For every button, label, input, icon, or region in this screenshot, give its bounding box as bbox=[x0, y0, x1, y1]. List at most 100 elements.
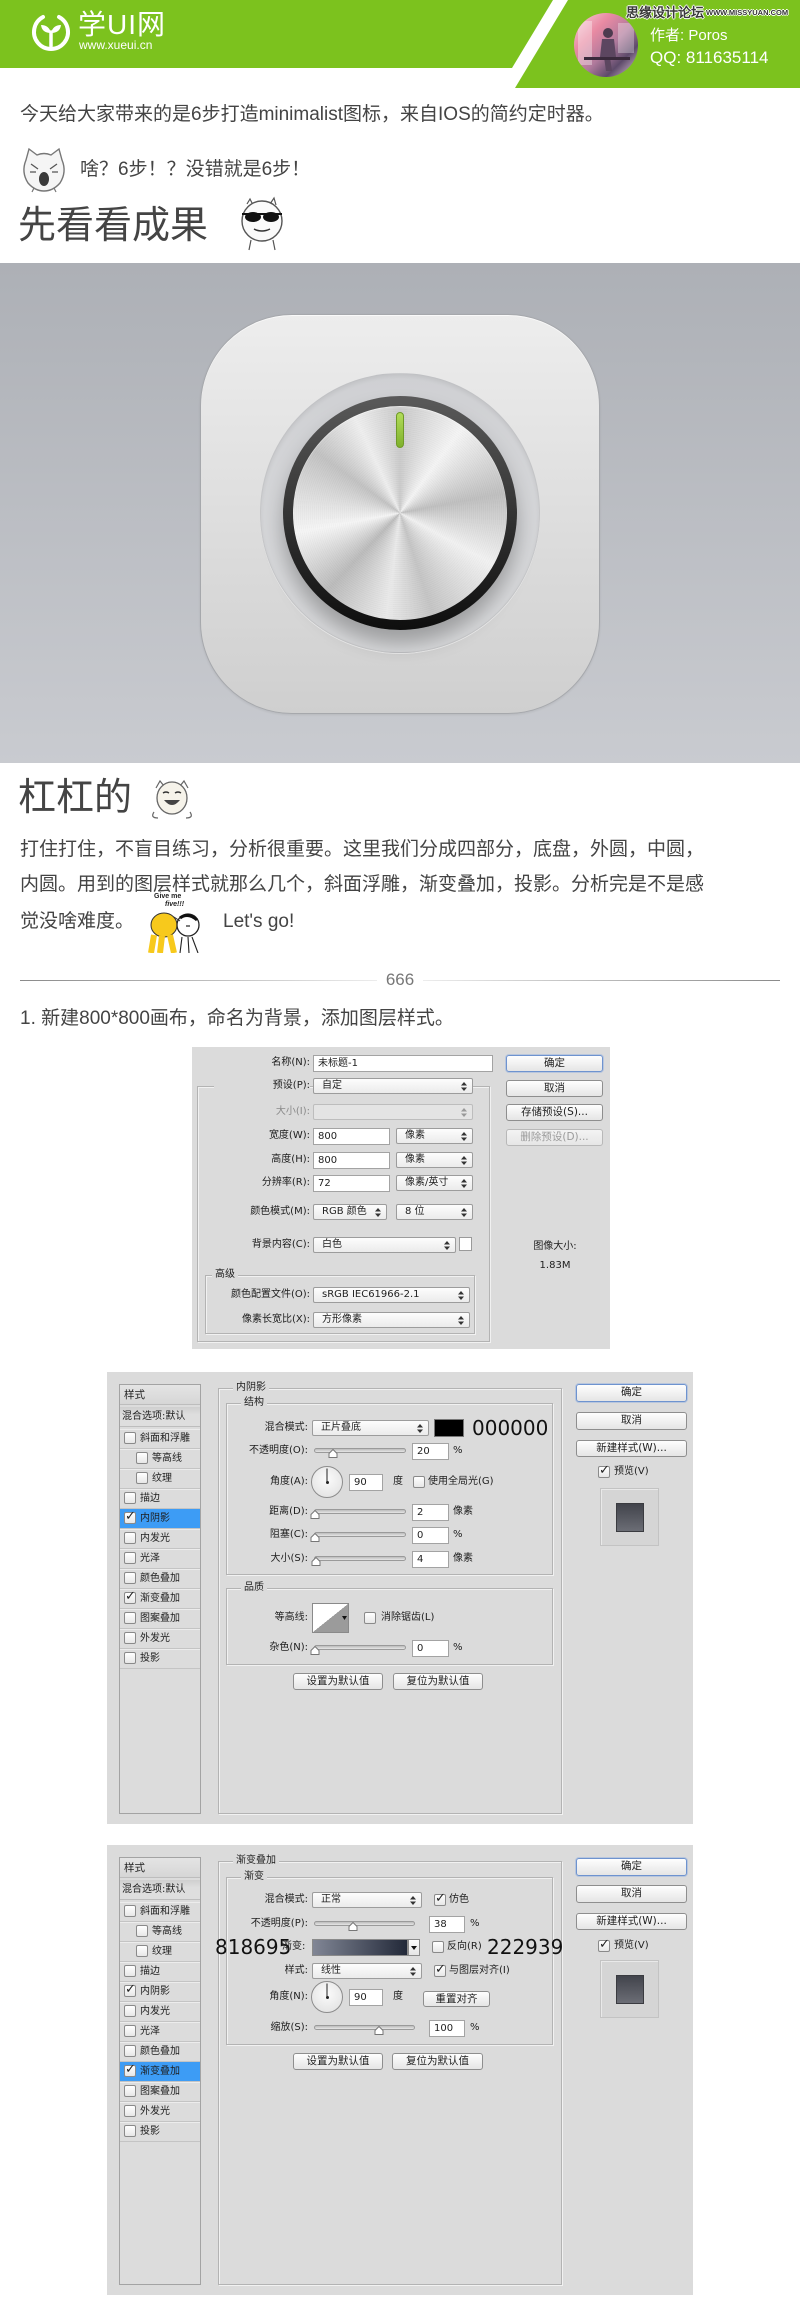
angle-input[interactable]: 90 bbox=[349, 1474, 383, 1491]
distance-input[interactable]: 2 bbox=[412, 1504, 449, 1521]
preview-checkbox[interactable] bbox=[598, 1463, 610, 1479]
style-checkbox[interactable] bbox=[124, 1532, 136, 1544]
style-item[interactable]: 等高线 bbox=[120, 1449, 200, 1469]
style-item[interactable]: 光泽 bbox=[120, 2022, 200, 2042]
cancel-button[interactable]: 取消 bbox=[576, 1412, 687, 1430]
style-item[interactable]: 投影 bbox=[120, 2122, 200, 2142]
opacity-input[interactable]: 20 bbox=[412, 1443, 449, 1460]
style-checkbox[interactable] bbox=[124, 1982, 136, 1998]
site-logo-text[interactable]: 学UI网 bbox=[78, 9, 166, 41]
style-checkbox[interactable] bbox=[124, 2105, 136, 2117]
styles-header[interactable]: 样式 bbox=[120, 1385, 200, 1405]
slider-thumb-icon[interactable] bbox=[374, 2026, 384, 2035]
style-item[interactable]: 斜面和浮雕 bbox=[120, 1902, 200, 1922]
reverse-checkbox[interactable] bbox=[432, 1941, 444, 1953]
height-input[interactable]: 800 bbox=[313, 1152, 390, 1169]
resolution-unit-select[interactable]: 像素/英寸 bbox=[396, 1175, 473, 1191]
slider-thumb-icon[interactable] bbox=[328, 1449, 338, 1458]
slider-thumb-icon[interactable] bbox=[348, 1922, 358, 1931]
choke-slider[interactable] bbox=[310, 1532, 406, 1542]
new-style-button[interactable]: 新建样式(W)... bbox=[576, 1913, 687, 1930]
style-item[interactable]: 内发光 bbox=[120, 2002, 200, 2022]
contour-picker[interactable] bbox=[312, 1603, 349, 1633]
style-item[interactable]: 描边 bbox=[120, 1962, 200, 1982]
style-item[interactable]: 斜面和浮雕 bbox=[120, 1429, 200, 1449]
color-profile-select[interactable]: sRGB IEC61966-2.1 bbox=[313, 1287, 470, 1303]
style-checkbox[interactable] bbox=[124, 2025, 136, 2037]
name-input[interactable]: 未标题-1 bbox=[313, 1055, 493, 1072]
save-preset-button[interactable]: 存储预设(S)... bbox=[506, 1104, 603, 1121]
make-default-button[interactable]: 设置为默认值 bbox=[293, 1673, 383, 1690]
distance-slider[interactable] bbox=[310, 1509, 406, 1519]
height-unit-select[interactable]: 像素 bbox=[396, 1152, 473, 1168]
noise-input[interactable]: 0 bbox=[412, 1640, 449, 1657]
ok-button[interactable]: 确定 bbox=[576, 1858, 687, 1876]
reset-default-button[interactable]: 复位为默认值 bbox=[393, 1673, 483, 1690]
style-checkbox[interactable] bbox=[136, 1452, 148, 1464]
style-item[interactable]: 内阴影 bbox=[120, 1509, 200, 1529]
style-item[interactable]: 外发光 bbox=[120, 2102, 200, 2122]
style-checkbox[interactable] bbox=[124, 2125, 136, 2137]
ok-button[interactable]: 确定 bbox=[506, 1055, 603, 1072]
style-item[interactable]: 内阴影 bbox=[120, 1982, 200, 2002]
style-checkbox[interactable] bbox=[124, 1552, 136, 1564]
gradient-preview-swatch[interactable] bbox=[312, 1939, 408, 1956]
style-item[interactable]: 投影 bbox=[120, 1649, 200, 1669]
style-item[interactable]: 纹理 bbox=[120, 1469, 200, 1489]
blending-options-item[interactable]: 混合选项:默认 bbox=[120, 1880, 200, 1900]
slider-thumb-icon[interactable] bbox=[310, 1533, 320, 1542]
reset-default-button[interactable]: 复位为默认值 bbox=[392, 2053, 483, 2070]
style-checkbox[interactable] bbox=[124, 1632, 136, 1644]
cancel-button[interactable]: 取消 bbox=[506, 1080, 603, 1097]
style-checkbox[interactable] bbox=[136, 1925, 148, 1937]
slider-thumb-icon[interactable] bbox=[310, 1646, 320, 1655]
slider-thumb-icon[interactable] bbox=[311, 1557, 321, 1566]
style-item[interactable]: 颜色叠加 bbox=[120, 1569, 200, 1589]
style-checkbox[interactable] bbox=[124, 1965, 136, 1977]
new-style-button[interactable]: 新建样式(W)... bbox=[576, 1440, 687, 1457]
opacity-slider[interactable] bbox=[314, 1448, 406, 1458]
style-checkbox[interactable] bbox=[124, 2085, 136, 2097]
opacity-slider[interactable] bbox=[314, 1921, 415, 1931]
align-with-layer-checkbox[interactable] bbox=[434, 1962, 446, 1978]
resolution-input[interactable]: 72 bbox=[313, 1175, 390, 1192]
make-default-button[interactable]: 设置为默认值 bbox=[293, 2053, 383, 2070]
noise-slider[interactable] bbox=[310, 1645, 406, 1655]
style-item[interactable]: 纹理 bbox=[120, 1942, 200, 1962]
ok-button[interactable]: 确定 bbox=[576, 1384, 687, 1402]
scale-input[interactable]: 100 bbox=[429, 2020, 465, 2037]
style-checkbox[interactable] bbox=[124, 1492, 136, 1504]
angle-input[interactable]: 90 bbox=[349, 1989, 383, 2006]
style-checkbox[interactable] bbox=[124, 2045, 136, 2057]
blending-options-item[interactable]: 混合选项:默认 bbox=[120, 1407, 200, 1427]
opacity-input[interactable]: 38 bbox=[429, 1916, 465, 1933]
anti-alias-checkbox[interactable] bbox=[364, 1612, 376, 1624]
background-color-swatch[interactable] bbox=[459, 1237, 472, 1251]
width-unit-select[interactable]: 像素 bbox=[396, 1128, 473, 1144]
style-item[interactable]: 内发光 bbox=[120, 1529, 200, 1549]
bit-depth-select[interactable]: 8 位 bbox=[396, 1204, 473, 1220]
style-checkbox[interactable] bbox=[124, 1652, 136, 1664]
style-item[interactable]: 渐变叠加 bbox=[120, 2062, 200, 2082]
preview-checkbox[interactable] bbox=[598, 1937, 610, 1953]
blend-mode-select[interactable]: 正片叠底 bbox=[312, 1420, 429, 1436]
site-domain[interactable]: www.xueui.cn bbox=[79, 39, 152, 52]
gradient-dropdown-button[interactable] bbox=[408, 1939, 420, 1956]
style-item[interactable]: 渐变叠加 bbox=[120, 1589, 200, 1609]
angle-dial[interactable] bbox=[311, 1981, 343, 2013]
cancel-button[interactable]: 取消 bbox=[576, 1885, 687, 1903]
dither-checkbox[interactable] bbox=[434, 1891, 446, 1907]
choke-input[interactable]: 0 bbox=[412, 1527, 449, 1544]
preset-select[interactable]: 自定 bbox=[313, 1078, 473, 1094]
style-checkbox[interactable] bbox=[124, 1589, 136, 1605]
slider-thumb-icon[interactable] bbox=[310, 1510, 320, 1519]
style-item[interactable]: 颜色叠加 bbox=[120, 2042, 200, 2062]
xueui-logo-icon[interactable] bbox=[30, 12, 72, 52]
style-checkbox[interactable] bbox=[124, 1905, 136, 1917]
style-item[interactable]: 描边 bbox=[120, 1489, 200, 1509]
style-item[interactable]: 光泽 bbox=[120, 1549, 200, 1569]
global-light-checkbox[interactable] bbox=[413, 1476, 425, 1488]
style-item[interactable]: 图案叠加 bbox=[120, 1609, 200, 1629]
gradient-style-select[interactable]: 线性 bbox=[312, 1963, 422, 1979]
blend-mode-select[interactable]: 正常 bbox=[312, 1892, 422, 1908]
